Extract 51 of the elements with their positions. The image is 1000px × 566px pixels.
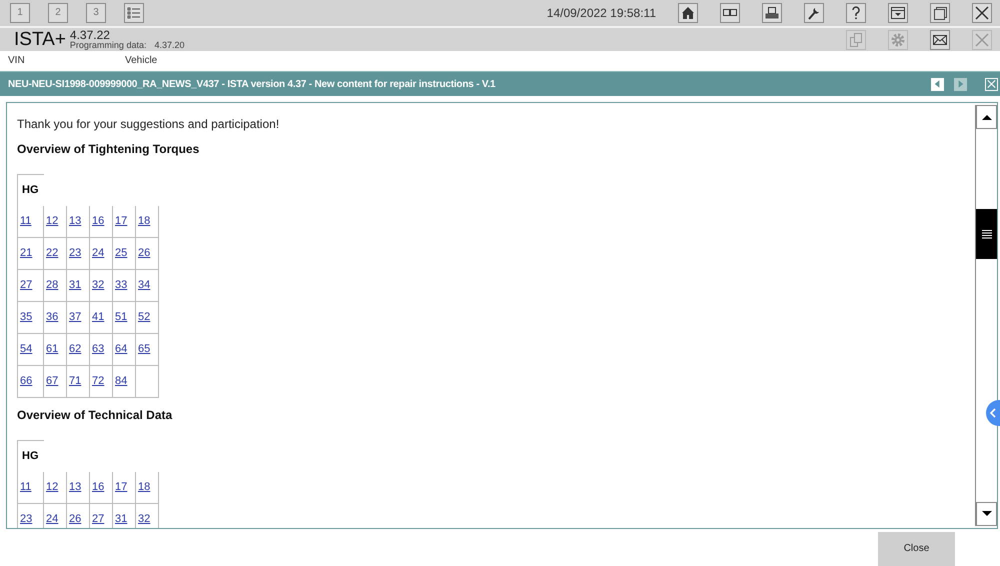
- group-link[interactable]: 54: [20, 343, 32, 356]
- scroll-thumb[interactable]: [976, 208, 997, 259]
- close-button[interactable]: [972, 2, 992, 23]
- list-button[interactable]: [124, 2, 144, 23]
- tray-button[interactable]: [888, 2, 908, 23]
- group-link[interactable]: 35: [20, 311, 32, 324]
- documents-icon: [848, 32, 864, 48]
- window-button[interactable]: [930, 2, 950, 23]
- vin-label: VIN: [8, 54, 26, 66]
- grip-lines-icon: [982, 228, 992, 239]
- printer-button[interactable]: [762, 2, 782, 23]
- group-link[interactable]: 66: [20, 375, 32, 388]
- group-link[interactable]: 11: [20, 215, 32, 228]
- scroll-down-button[interactable]: [976, 502, 997, 526]
- document-title: NEU-NEU-SI1998-009999000_RA_NEWS_V437 - ISTA version 4.37 - New content for repair instructions - V.1: [8, 78, 496, 90]
- group-link[interactable]: 11: [20, 481, 32, 494]
- window-icon: [932, 4, 948, 21]
- date-time: 14/09/2022 19:58:11: [546, 6, 656, 20]
- programming-version: 4.37.20: [154, 40, 184, 50]
- settings-icon: [890, 32, 906, 48]
- list-icon: [126, 4, 142, 21]
- close-icon: [974, 4, 990, 21]
- wrench-button[interactable]: [804, 2, 824, 23]
- vehicle-label: Vehicle: [125, 54, 158, 66]
- help-button[interactable]: [846, 2, 866, 23]
- scrollbar[interactable]: [975, 104, 997, 526]
- table-header: HG: [18, 440, 44, 472]
- group-link[interactable]: 21: [20, 247, 32, 260]
- section-heading: Overview of Technical Data: [17, 408, 174, 422]
- close-button[interactable]: Close: [878, 532, 955, 566]
- table-header: HG: [18, 174, 44, 206]
- home-button[interactable]: [678, 2, 698, 23]
- close-icon: [986, 78, 997, 90]
- envelope-button[interactable]: [930, 30, 950, 50]
- triangle-down-icon: [980, 510, 992, 518]
- triangle-up-icon: [980, 112, 992, 121]
- previous-button[interactable]: [931, 78, 944, 91]
- programming-label: Programming data:: [70, 40, 146, 50]
- paragraph: Thank you for your suggestions and participation!: [17, 116, 280, 131]
- group-link[interactable]: 27: [20, 279, 32, 292]
- side-panel-tab[interactable]: [986, 400, 1000, 426]
- chevron-left-icon: [989, 408, 997, 418]
- section-heading: Overview of Tightening Torques: [17, 142, 200, 156]
- printer-icon: [764, 4, 780, 21]
- close-icon: [974, 32, 990, 48]
- home-icon: [680, 4, 696, 21]
- version-number: 4.37.22: [70, 30, 110, 40]
- tray-icon: [890, 4, 906, 21]
- scroll-up-button[interactable]: [976, 104, 997, 129]
- app-title: ISTA+: [14, 28, 66, 51]
- panels-button[interactable]: [720, 2, 740, 23]
